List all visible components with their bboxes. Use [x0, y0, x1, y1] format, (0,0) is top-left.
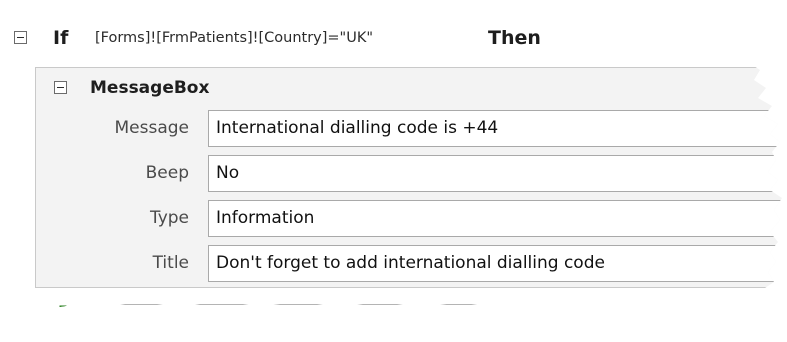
action-name: MessageBox: [90, 78, 210, 98]
argument-label-type: Type: [149, 208, 189, 228]
chevron-down-icon: [458, 309, 478, 329]
message-value: International dialling code is +44: [216, 118, 499, 138]
add-new-action-dropdown[interactable]: Add New Action: [87, 304, 483, 329]
beep-value: No: [216, 163, 240, 183]
if-keyword: If: [53, 27, 69, 49]
dropdown-button[interactable]: [457, 308, 479, 329]
argument-label-message: Message: [114, 118, 189, 138]
title-field[interactable]: Don't forget to add international dialli…: [208, 245, 782, 282]
macro-panel-body: If [Forms]![FrmPatients]![Country]="UK" …: [0, 0, 782, 329]
collapse-action-toggle-icon[interactable]: [54, 81, 67, 94]
green-plus-icon[interactable]: [53, 305, 73, 325]
title-value: Don't forget to add international dialli…: [216, 253, 605, 273]
beep-field[interactable]: No: [208, 155, 782, 192]
argument-label-title: Title: [152, 253, 189, 273]
type-value: Information: [216, 208, 315, 228]
add-new-action-placeholder: Add New Action: [96, 310, 223, 329]
macro-panel: If [Forms]![FrmPatients]![Country]="UK" …: [0, 0, 787, 342]
then-keyword: Then: [488, 27, 541, 49]
if-condition-expression[interactable]: [Forms]![FrmPatients]![Country]="UK": [95, 30, 373, 46]
messagebox-action-block[interactable]: MessageBox Message International diallin…: [35, 67, 782, 288]
type-field[interactable]: Information: [208, 200, 782, 237]
message-field[interactable]: International dialling code is +44: [208, 110, 782, 147]
argument-label-beep: Beep: [145, 163, 189, 183]
macro-designer: If [Forms]![FrmPatients]![Country]="UK" …: [0, 0, 787, 342]
collapse-if-toggle-icon[interactable]: [14, 31, 27, 44]
